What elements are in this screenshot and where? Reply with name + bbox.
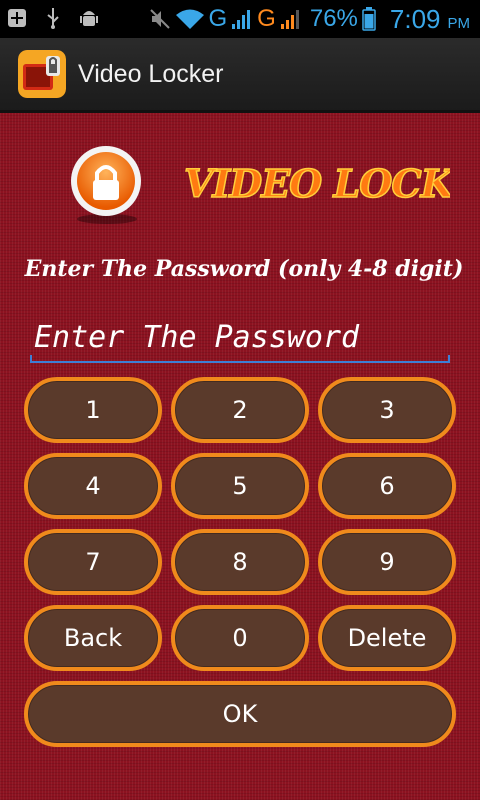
mute-icon	[149, 8, 171, 30]
key-5[interactable]: 5	[171, 453, 309, 519]
key-2[interactable]: 2	[171, 377, 309, 443]
usb-icon	[42, 7, 64, 29]
password-input[interactable]	[30, 313, 450, 361]
video-lock-logo: VIDEO LOCK	[183, 160, 450, 207]
battery-percent: 76%	[309, 5, 358, 32]
password-instruction: Enter The Password (only 4-8 digit)	[24, 256, 464, 282]
add-icon	[6, 7, 28, 29]
key-4[interactable]: 4	[24, 453, 162, 519]
key-7[interactable]: 7	[24, 529, 162, 595]
android-debug-icon	[78, 7, 100, 29]
keypad-row-3: 7 8 9	[24, 529, 456, 595]
key-9[interactable]: 9	[318, 529, 456, 595]
wifi-icon	[175, 8, 205, 30]
svg-text:VIDEO LOCK: VIDEO LOCK	[184, 161, 450, 206]
clock-ampm: PM	[447, 14, 471, 32]
keypad: 1 2 3 4 5 6 7 8 9 Back 0 Delete OK	[24, 377, 456, 757]
key-0[interactable]: 0	[171, 605, 309, 671]
delete-button[interactable]: Delete	[318, 605, 456, 671]
ok-button[interactable]: OK	[24, 681, 456, 747]
network-type-2: G	[257, 5, 276, 32]
key-8[interactable]: 8	[171, 529, 309, 595]
keypad-row-5: OK	[24, 681, 456, 747]
password-field-container	[30, 313, 450, 363]
action-bar: Video Locker	[0, 38, 480, 113]
back-button[interactable]: Back	[24, 605, 162, 671]
lock-icon	[68, 145, 146, 225]
keypad-row-1: 1 2 3	[24, 377, 456, 443]
battery-icon	[362, 7, 376, 31]
key-3[interactable]: 3	[318, 377, 456, 443]
network-type-1: G	[208, 5, 228, 32]
status-bar: G G 76% 7:09 PM	[0, 0, 480, 38]
app-title: Video Locker	[78, 59, 224, 88]
keypad-row-2: 4 5 6	[24, 453, 456, 519]
keypad-row-4: Back 0 Delete	[24, 605, 456, 671]
key-6[interactable]: 6	[318, 453, 456, 519]
signal-icon-2	[280, 8, 302, 30]
clock-time: 7:09	[389, 3, 441, 34]
lock-screen: VIDEO LOCK Enter The Password (only 4-8 …	[0, 113, 480, 800]
key-1[interactable]: 1	[24, 377, 162, 443]
signal-icon	[231, 8, 253, 30]
video-locker-app-icon[interactable]	[18, 50, 66, 98]
